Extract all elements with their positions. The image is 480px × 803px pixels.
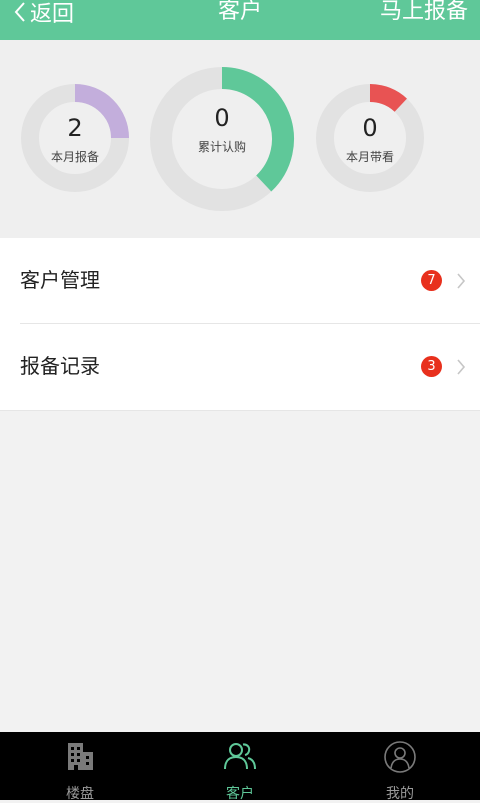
report-now-button[interactable]: 马上报备 bbox=[380, 0, 468, 30]
customer-management-row[interactable]: 客户管理 7 bbox=[0, 238, 480, 324]
building-icon bbox=[68, 743, 93, 770]
report-records-row[interactable]: 报备记录 3 bbox=[0, 324, 480, 409]
total-subscription-value: 0 bbox=[214, 104, 230, 132]
tab-mine-label: 我的 bbox=[386, 786, 414, 802]
monthly-report-label: 本月报备 bbox=[50, 150, 99, 164]
customers-icon bbox=[224, 743, 256, 770]
tab-buildings[interactable]: 楼盘 bbox=[0, 732, 160, 802]
monthly-visit-arc bbox=[369, 84, 407, 113]
chevron-right-icon bbox=[457, 273, 466, 289]
report-records-badge: 3 bbox=[421, 356, 442, 377]
tab-mine[interactable]: 我的 bbox=[320, 732, 480, 802]
tab-buildings-label: 楼盘 bbox=[66, 786, 94, 802]
tab-customers[interactable]: 客户 bbox=[160, 732, 320, 802]
tab-customers-label: 客户 bbox=[226, 786, 254, 802]
monthly-visit-value: 0 bbox=[362, 114, 378, 142]
total-subscription-stat: 0 累计认购 bbox=[149, 66, 295, 212]
bottom-tab-bar: 楼盘 客户 我的 bbox=[0, 732, 480, 802]
monthly-visit-stat: 0 本月带看 bbox=[316, 84, 424, 192]
monthly-visit-label: 本月带看 bbox=[345, 150, 394, 164]
customer-management-badge: 7 bbox=[421, 270, 442, 291]
customer-management-label: 客户管理 bbox=[20, 268, 100, 292]
report-records-label: 报备记录 bbox=[20, 354, 100, 378]
profile-icon bbox=[384, 741, 416, 773]
chevron-right-icon bbox=[457, 359, 466, 375]
stats-panel: 2 本月报备 0 累计认购 0 本月带看 bbox=[0, 40, 480, 238]
monthly-report-stat: 2 本月报备 bbox=[21, 84, 129, 192]
top-bar: 返回 客户 马上报备 bbox=[0, 0, 480, 40]
total-subscription-label: 累计认购 bbox=[197, 140, 246, 154]
menu-list: 客户管理 7 报备记录 3 bbox=[0, 238, 480, 411]
monthly-report-value: 2 bbox=[67, 114, 83, 142]
